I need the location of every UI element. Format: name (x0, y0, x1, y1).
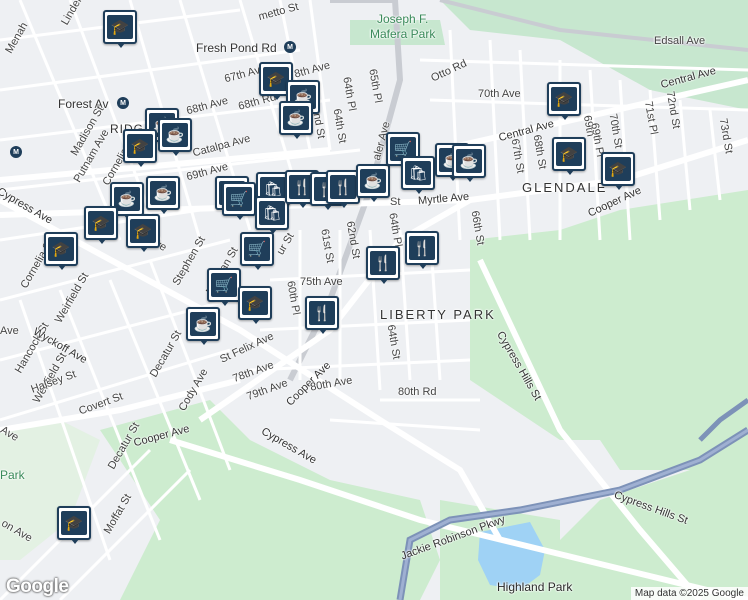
school-icon: 🎓 (61, 511, 87, 535)
pin-grocery[interactable]: 🛒 (240, 232, 274, 270)
school-icon: 🎓 (48, 237, 74, 261)
school-icon: 🎓 (605, 157, 631, 181)
pin-school[interactable]: 🎓 (552, 137, 586, 175)
pin-grocery[interactable]: 🛒 (222, 182, 256, 220)
cart-icon: 🛒 (211, 273, 237, 297)
shopping-bag-icon: 🛍 (259, 201, 285, 225)
map-canvas[interactable] (0, 0, 748, 600)
pin-shopping[interactable]: 🛍 (255, 196, 289, 234)
subway-station-fresh-pond[interactable]: M (284, 41, 296, 53)
school-icon: 🎓 (127, 134, 153, 158)
school-icon: 🎓 (130, 219, 156, 243)
school-icon: 🎓 (551, 87, 577, 111)
pin-school[interactable]: 🎓 (601, 152, 635, 190)
shopping-bag-icon: 🛍 (405, 161, 431, 185)
pin-cafe[interactable]: ☕ (356, 164, 390, 202)
restaurant-icon: 🍴 (370, 251, 396, 275)
school-icon: 🎓 (242, 291, 268, 315)
pin-grocery[interactable]: 🛒 (207, 268, 241, 306)
cafe-icon: ☕ (150, 181, 176, 205)
restaurant-icon: 🍴 (309, 301, 335, 325)
pin-school[interactable]: 🎓 (103, 10, 137, 48)
map-data-credit[interactable]: Map data ©2025 Google (630, 587, 748, 600)
cart-icon: 🛒 (244, 237, 270, 261)
school-icon: 🎓 (556, 142, 582, 166)
pin-school[interactable]: 🎓 (238, 286, 272, 324)
cafe-icon: ☕ (190, 312, 216, 336)
cafe-icon: ☕ (456, 149, 482, 173)
pin-cafe[interactable]: ☕ (452, 144, 486, 182)
pin-school[interactable]: 🎓 (84, 206, 118, 244)
pin-school[interactable]: 🎓 (44, 232, 78, 270)
school-icon: 🎓 (107, 15, 133, 39)
restaurant-icon: 🍴 (409, 236, 435, 260)
subway-station-left[interactable]: M (10, 146, 22, 158)
pin-restaurant[interactable]: 🍴 (305, 296, 339, 334)
cafe-icon: ☕ (360, 169, 386, 193)
pin-school[interactable]: 🎓 (126, 214, 160, 252)
restaurant-icon: 🍴 (330, 175, 356, 199)
cart-icon: 🛒 (226, 187, 252, 211)
pin-cafe[interactable]: ☕ (186, 307, 220, 345)
pin-school[interactable]: 🎓 (547, 82, 581, 120)
pin-cafe[interactable]: ☕ (146, 176, 180, 214)
pin-cafe[interactable]: ☕ (279, 101, 313, 139)
pin-restaurant[interactable]: 🍴 (326, 170, 360, 208)
cafe-icon: ☕ (283, 106, 309, 130)
pin-school[interactable]: 🎓 (57, 506, 91, 544)
cafe-icon: ☕ (162, 123, 188, 147)
pin-school[interactable]: 🎓 (123, 129, 157, 167)
pin-cafe[interactable]: ☕ (158, 118, 192, 156)
pin-restaurant[interactable]: 🍴 (405, 231, 439, 269)
pin-restaurant[interactable]: 🍴 (366, 246, 400, 284)
pin-shopping[interactable]: 🛍 (401, 156, 435, 194)
subway-station-forest-av[interactable]: M (117, 97, 129, 109)
google-logo: Google (6, 576, 69, 597)
school-icon: 🎓 (88, 211, 114, 235)
